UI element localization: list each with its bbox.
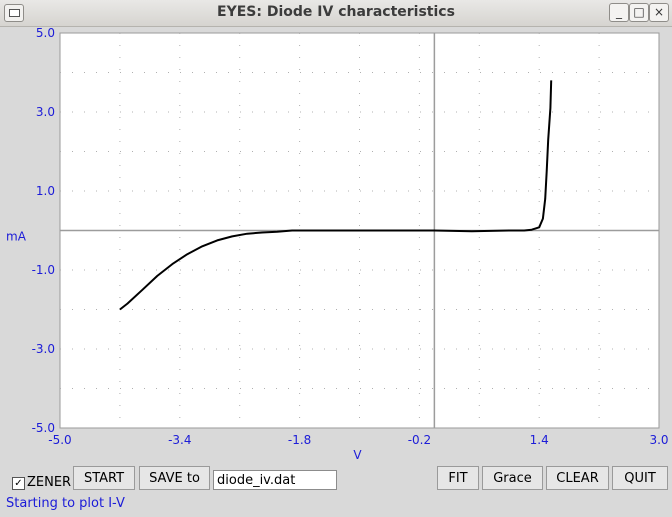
x-axis-label: V (353, 448, 362, 462)
close-button[interactable]: × (649, 3, 669, 22)
filename-input[interactable] (213, 470, 337, 490)
status-text: Starting to plot I-V (6, 496, 125, 511)
y-tick-label: -3.0 (32, 342, 55, 356)
y-tick-label: -5.0 (32, 421, 55, 435)
iv-chart[interactable]: -5.0 -3.4 -1.8 -0.2 1.4 3.0 5.0 3.0 1.0 -1.0 -3.0 -… (0, 26, 672, 463)
plot-area: -5.0 -3.4 -1.8 -0.2 1.4 3.0 5.0 3.0 1.0 -1.0 -3.0 -… (0, 26, 672, 463)
x-tick-label: -0.2 (408, 433, 431, 447)
quit-button[interactable]: QUIT (612, 466, 668, 490)
zener-checkbox[interactable]: ✓ (12, 477, 25, 490)
zener-label: ZENER (27, 475, 72, 490)
x-tick-label: 1.4 (530, 433, 549, 447)
title-bar: EYES: Diode IV characteristics _ □ × (0, 0, 672, 27)
window-title: EYES: Diode IV characteristics (217, 4, 455, 20)
x-tick-label: -3.4 (168, 433, 191, 447)
y-tick-label: 3.0 (36, 105, 55, 119)
grace-button[interactable]: Grace (482, 466, 543, 490)
x-tick-label: -5.0 (48, 433, 71, 447)
fit-button[interactable]: FIT (437, 466, 479, 490)
y-tick-label: 5.0 (36, 27, 55, 40)
y-tick-label: 1.0 (36, 184, 55, 198)
save-to-button[interactable]: SAVE to (139, 466, 210, 490)
y-axis-label: mA (6, 230, 27, 244)
control-bar: ✓ ZENER START SAVE to FIT Grace CLEAR QU… (0, 463, 672, 517)
x-tick-label: 3.0 (649, 433, 668, 447)
start-button[interactable]: START (73, 466, 135, 490)
y-tick-label: -1.0 (32, 263, 55, 277)
minimize-button[interactable]: _ (609, 3, 629, 22)
app-window: EYES: Diode IV characteristics _ □ × -5.… (0, 0, 672, 517)
x-tick-label: -1.8 (288, 433, 311, 447)
maximize-button[interactable]: □ (629, 3, 649, 22)
clear-button[interactable]: CLEAR (546, 466, 609, 490)
